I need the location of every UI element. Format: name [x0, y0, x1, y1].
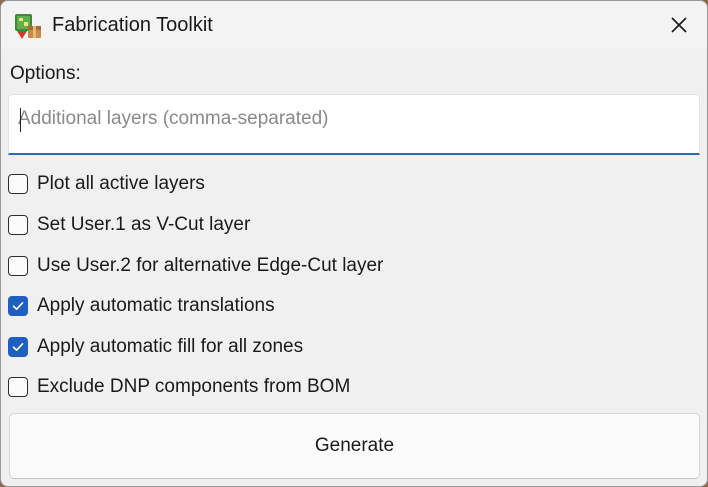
checkbox-label: Exclude DNP components from BOM	[37, 376, 351, 397]
checkmark-icon	[12, 302, 24, 310]
close-icon	[671, 17, 687, 33]
checkbox-box[interactable]	[8, 296, 28, 316]
checkbox-plot-all-active-layers[interactable]: Plot all active layers	[8, 171, 205, 197]
fabrication-toolkit-dialog: Fabrication Toolkit Options: Plot all ac…	[0, 0, 708, 487]
text-caret	[20, 108, 21, 132]
checkbox-box[interactable]	[8, 256, 28, 276]
checkbox-box[interactable]	[8, 215, 28, 235]
checkbox-label: Set User.1 as V-Cut layer	[37, 214, 251, 235]
checkmark-icon	[12, 343, 24, 351]
checkbox-label: Plot all active layers	[37, 173, 205, 194]
generate-button[interactable]: Generate	[9, 413, 700, 479]
checkbox-box[interactable]	[8, 377, 28, 397]
window-title: Fabrication Toolkit	[52, 14, 213, 36]
checkbox-label: Apply automatic fill for all zones	[37, 336, 304, 357]
title-bar: Fabrication Toolkit	[1, 1, 707, 49]
checkbox-alt-edge-cut-layer[interactable]: Use User.2 for alternative Edge-Cut laye…	[8, 253, 383, 279]
close-button[interactable]	[651, 1, 707, 49]
additional-layers-input[interactable]	[9, 95, 699, 153]
checkbox-automatic-fill-zones[interactable]: Apply automatic fill for all zones	[8, 334, 303, 360]
checkbox-vcut-layer[interactable]: Set User.1 as V-Cut layer	[8, 212, 250, 238]
generate-button-label: Generate	[314, 435, 395, 456]
checkbox-label: Apply automatic translations	[37, 295, 275, 316]
options-label: Options:	[10, 63, 81, 84]
checkbox-exclude-dnp[interactable]: Exclude DNP components from BOM	[8, 374, 350, 400]
checkbox-box[interactable]	[8, 337, 28, 357]
checkbox-automatic-translations[interactable]: Apply automatic translations	[8, 293, 275, 319]
additional-layers-field	[8, 94, 700, 155]
checkbox-box[interactable]	[8, 174, 28, 194]
checkbox-label: Use User.2 for alternative Edge-Cut laye…	[37, 255, 384, 276]
fabrication-app-icon	[15, 14, 41, 39]
